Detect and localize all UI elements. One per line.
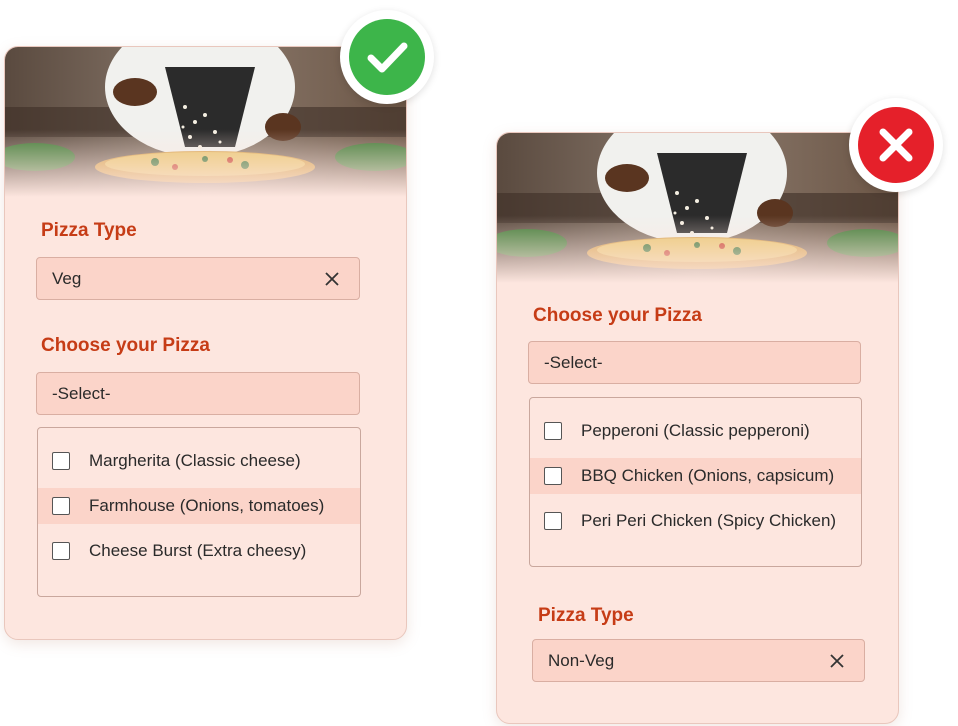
clear-icon[interactable] [323, 270, 341, 288]
option-label: Cheese Burst (Extra cheesy) [89, 541, 307, 560]
checkbox[interactable] [52, 497, 70, 515]
chef-pizza-image [497, 133, 898, 283]
option-label: Margherita (Classic cheese) [89, 451, 301, 470]
pizza-select-dropdown[interactable]: -Select- [36, 372, 360, 415]
check-icon [349, 19, 425, 95]
select-placeholder: -Select- [544, 352, 603, 372]
option-label: Peri Peri Chicken (Spicy Chicken) [581, 511, 837, 530]
incorrect-layout-card: Choose your Pizza -Select- Pepperoni (Cl… [496, 132, 899, 724]
select-placeholder: -Select- [52, 383, 111, 403]
pizza-options-list: Margherita (Classic cheese) Farmhouse (O… [37, 427, 361, 597]
pizza-type-value: Non-Veg [548, 650, 615, 670]
option-cheese-burst[interactable]: Cheese Burst (Extra cheesy) [38, 533, 360, 569]
x-icon [858, 107, 934, 183]
option-farmhouse[interactable]: Farmhouse (Onions, tomatoes) [38, 488, 360, 524]
option-label: Pepperoni (Classic pepperoni) [581, 421, 810, 440]
checkbox[interactable] [52, 542, 70, 560]
correct-layout-card: Pizza Type Veg Choose your Pizza -Select… [4, 46, 407, 640]
pizza-type-field[interactable]: Veg [36, 257, 360, 300]
checkbox[interactable] [52, 452, 70, 470]
choose-pizza-label: Choose your Pizza [41, 335, 210, 356]
pizza-type-field[interactable]: Non-Veg [532, 639, 865, 682]
option-bbq-chicken[interactable]: BBQ Chicken (Onions, capsicum) [530, 458, 861, 494]
option-margherita[interactable]: Margherita (Classic cheese) [38, 443, 360, 479]
pizza-type-label: Pizza Type [41, 220, 137, 241]
incorrect-badge [849, 98, 943, 192]
checkbox[interactable] [544, 467, 562, 485]
checkbox[interactable] [544, 422, 562, 440]
checkbox[interactable] [544, 512, 562, 530]
option-peri-peri-chicken[interactable]: Peri Peri Chicken (Spicy Chicken) [530, 503, 861, 539]
pizza-type-value: Veg [52, 268, 82, 288]
correct-badge [340, 10, 434, 104]
clear-icon[interactable] [828, 652, 846, 670]
pizza-options-list: Pepperoni (Classic pepperoni) BBQ Chicke… [529, 397, 862, 567]
pizza-type-label: Pizza Type [538, 605, 634, 626]
option-label: Farmhouse (Onions, tomatoes) [89, 496, 325, 515]
option-pepperoni[interactable]: Pepperoni (Classic pepperoni) [530, 413, 861, 449]
pizza-select-dropdown[interactable]: -Select- [528, 341, 861, 384]
option-label: BBQ Chicken (Onions, capsicum) [581, 466, 835, 485]
choose-pizza-label: Choose your Pizza [533, 305, 702, 326]
